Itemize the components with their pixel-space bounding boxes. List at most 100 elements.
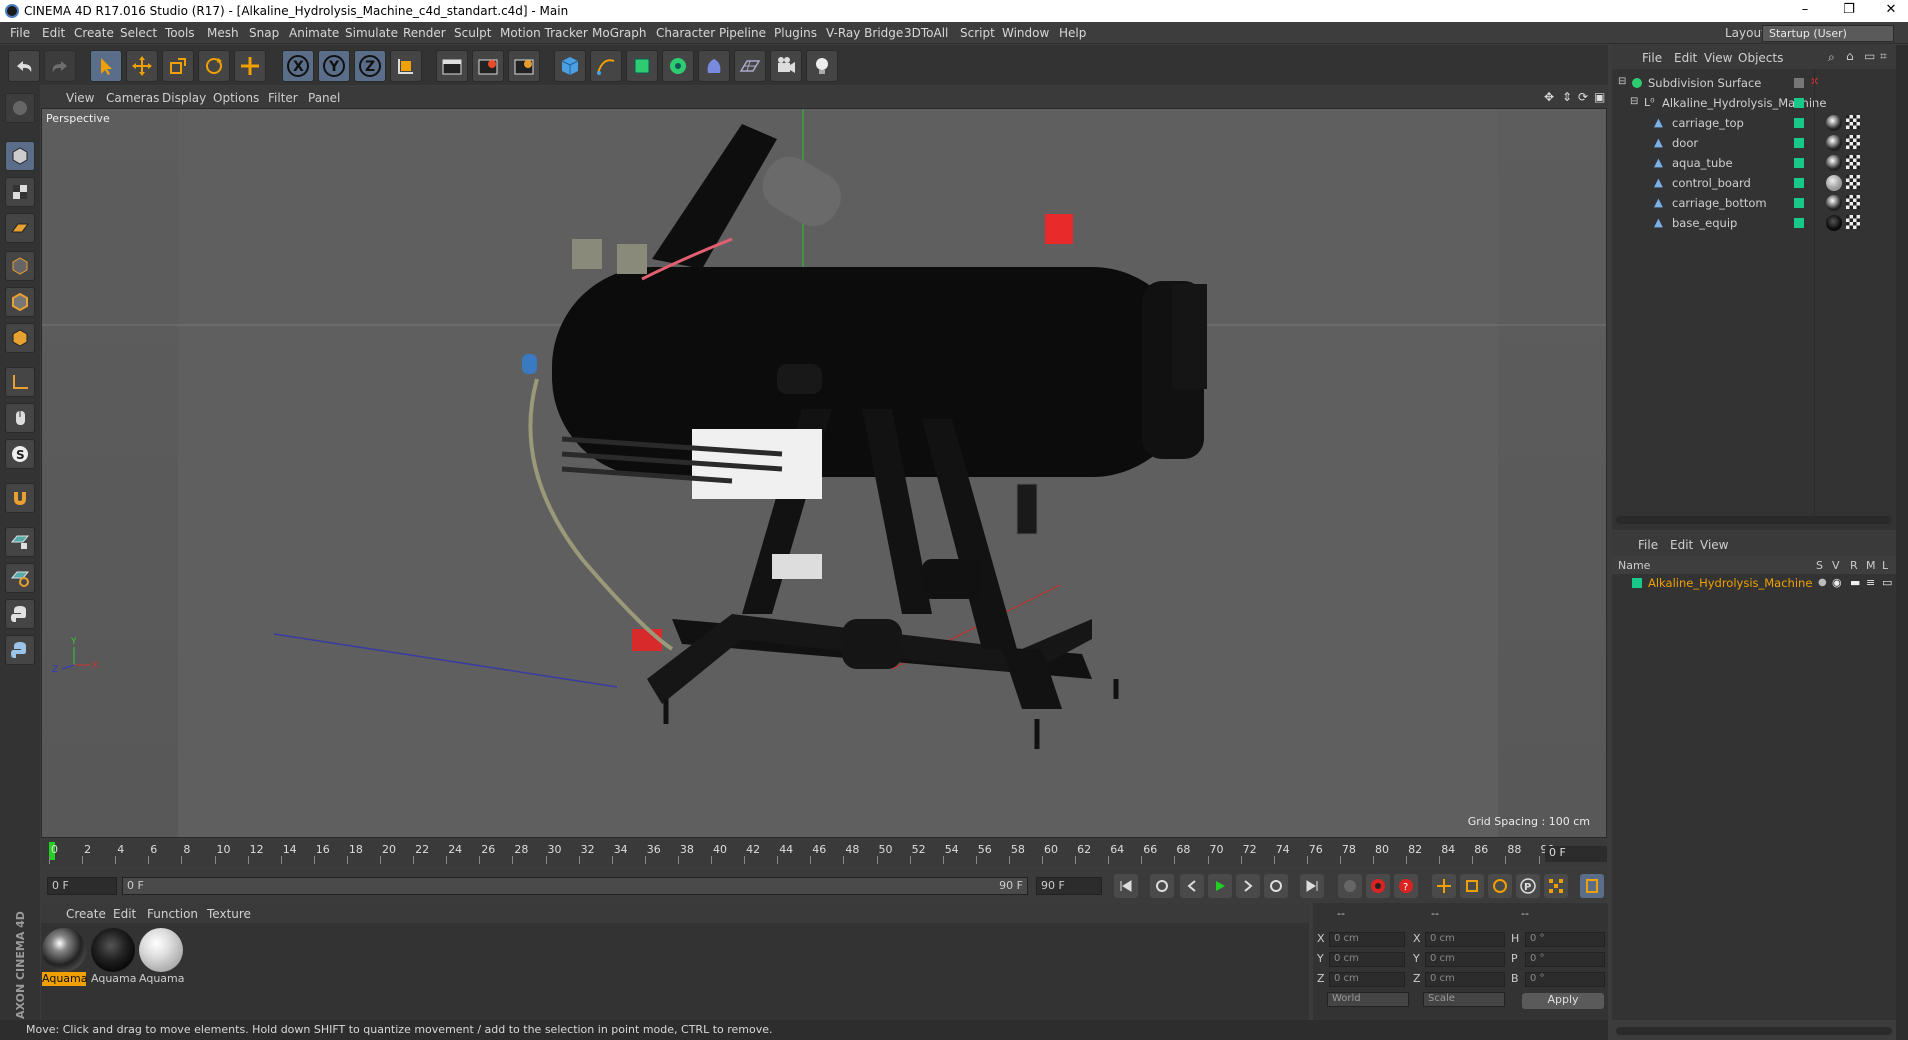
close-button[interactable]: ✕ [1874, 2, 1908, 17]
workplane-rotate-icon[interactable] [5, 563, 35, 593]
vp-menu-display[interactable]: Display [162, 91, 206, 105]
previous-key-icon[interactable] [1150, 874, 1174, 898]
menu-select[interactable]: Select [120, 26, 157, 40]
redo-icon[interactable] [44, 50, 76, 82]
vp-menu-cameras[interactable]: Cameras [106, 91, 159, 105]
material-tag-icon[interactable] [1826, 155, 1842, 171]
light-icon[interactable] [806, 50, 838, 82]
menu-character[interactable]: Character [656, 26, 715, 40]
collapse-icon[interactable]: ⊟ [1630, 96, 1638, 107]
menu-mograph[interactable]: MoGraph [592, 26, 647, 40]
coord-size-mode-dropdown[interactable]: Scale [1423, 992, 1505, 1007]
go-to-start-icon[interactable] [1114, 874, 1138, 898]
obj-menu-objects[interactable]: Objects [1738, 51, 1783, 65]
menu-mesh[interactable]: Mesh [207, 26, 239, 40]
uvw-tag-icon[interactable] [1846, 175, 1860, 189]
col-v[interactable]: V [1832, 559, 1840, 572]
mat-menu-function[interactable]: Function [147, 907, 198, 921]
new-window-icon[interactable]: ▭ [1864, 49, 1875, 63]
material-swatch[interactable]: Aquama [42, 928, 87, 986]
next-key-icon[interactable] [1264, 874, 1288, 898]
python-console-icon[interactable] [5, 635, 35, 665]
key-parameter-icon[interactable]: P [1516, 874, 1540, 898]
obj-menu-edit[interactable]: Edit [1674, 51, 1697, 65]
subdivision-surface-icon[interactable] [626, 50, 658, 82]
select-cursor-icon[interactable] [90, 50, 122, 82]
col-m[interactable]: M [1866, 559, 1876, 572]
object-row[interactable]: ▲ door [1612, 133, 1896, 153]
menu-window[interactable]: Window [1002, 26, 1049, 40]
layer-horizontal-scrollbar[interactable] [1616, 1027, 1892, 1035]
object-row[interactable]: ▲ carriage_bottom [1612, 193, 1896, 213]
material-tag-icon[interactable] [1826, 215, 1842, 231]
play-forward-icon[interactable] [1208, 874, 1232, 898]
obj-menu-file[interactable]: File [1642, 51, 1662, 65]
menu-file[interactable]: File [10, 26, 30, 40]
floor-icon[interactable] [734, 50, 766, 82]
vp-menu-options[interactable]: Options [213, 91, 259, 105]
record-keys-icon[interactable] [1366, 874, 1390, 898]
object-row[interactable]: ▲ carriage_top [1612, 113, 1896, 133]
render-picture-viewer-icon[interactable] [472, 50, 504, 82]
vp-menu-panel[interactable]: Panel [308, 91, 340, 105]
menu-plugins[interactable]: Plugins [774, 26, 817, 40]
vp-rotate-icon[interactable]: ⟳ [1578, 90, 1588, 104]
deformer-icon[interactable] [698, 50, 730, 82]
menu-animate[interactable]: Animate [289, 26, 339, 40]
menu-pipeline[interactable]: Pipeline [719, 26, 766, 40]
material-swatch[interactable]: Aquama [91, 928, 136, 985]
vp-move-icon[interactable]: ✥ [1544, 90, 1554, 104]
panel-menu-icon[interactable]: ⌗ [1880, 49, 1887, 64]
key-position-icon[interactable] [1432, 874, 1456, 898]
edges-mode-icon[interactable] [5, 287, 35, 317]
solo-icon[interactable]: ● [1818, 577, 1827, 588]
motion-recording-icon[interactable] [1338, 874, 1362, 898]
uvw-tag-icon[interactable] [1846, 135, 1860, 149]
cloner-icon[interactable] [662, 50, 694, 82]
col-name[interactable]: Name [1618, 559, 1650, 572]
object-row[interactable]: ▲ base_equip [1612, 213, 1896, 233]
col-l[interactable]: L [1882, 559, 1888, 572]
vp-maximize-icon[interactable]: ▣ [1594, 90, 1605, 104]
layer-color-icon[interactable] [1632, 578, 1642, 588]
menu-snap[interactable]: Snap [249, 26, 279, 40]
size-y-field[interactable]: 0 cm [1425, 952, 1505, 967]
obj-menu-view[interactable]: View [1704, 51, 1732, 65]
workplane-mode-icon[interactable] [5, 213, 35, 243]
current-frame-field[interactable]: 0 F [1545, 846, 1607, 862]
material-tag-icon[interactable] [1826, 135, 1842, 151]
material-swatch[interactable]: Aquama [139, 928, 184, 985]
python-script-icon[interactable] [5, 599, 35, 629]
maximize-button[interactable]: ❐ [1832, 2, 1866, 17]
mat-menu-edit[interactable]: Edit [113, 907, 136, 921]
next-frame-icon[interactable] [1236, 874, 1260, 898]
lock-icon[interactable]: ▭ [1882, 576, 1892, 589]
menu-create[interactable]: Create [74, 26, 114, 40]
polygons-mode-icon[interactable] [5, 323, 35, 353]
menu-help[interactable]: Help [1059, 26, 1086, 40]
axis-mode-icon[interactable] [5, 367, 35, 397]
object-row[interactable]: ⊟ L⁰ Alkaline_Hydrolysis_Machine [1612, 93, 1896, 113]
move-tool-icon[interactable] [126, 50, 158, 82]
snapping-icon[interactable]: S [5, 439, 35, 469]
tag-green-icon[interactable] [1794, 158, 1804, 168]
undo-icon[interactable] [8, 50, 40, 82]
mat-menu-texture[interactable]: Texture [207, 907, 251, 921]
collapse-icon[interactable]: ⊟ [1618, 76, 1626, 87]
render-icon[interactable]: ▬ [1850, 576, 1860, 589]
size-z-field[interactable]: 0 cm [1425, 972, 1505, 987]
menu-motion-tracker[interactable]: Motion Tracker [500, 26, 588, 40]
cube-primitive-icon[interactable] [554, 50, 586, 82]
layer-menu-edit[interactable]: Edit [1670, 538, 1693, 552]
key-rotation-icon[interactable] [1488, 874, 1512, 898]
model-mode-icon[interactable] [5, 141, 35, 171]
tag-green-icon[interactable] [1794, 218, 1804, 228]
previous-frame-icon[interactable] [1180, 874, 1204, 898]
uvw-tag-icon[interactable] [1846, 215, 1860, 229]
rotate-tool-icon[interactable] [198, 50, 230, 82]
timeline-ruler[interactable]: 0 2 4 6 8 10 12 14 16 18 20 22 24 26 28 30 32 34 36 38 40 42 4… [41, 840, 1607, 866]
perspective-viewport[interactable]: Perspective Y X Z Grid Spacing: 100 cm [41, 108, 1607, 838]
object-row[interactable]: ⊟ Subdivision Surface ✕ [1612, 73, 1896, 93]
tag-green-icon[interactable] [1794, 138, 1804, 148]
start-frame-field[interactable]: 0 F [47, 877, 117, 895]
